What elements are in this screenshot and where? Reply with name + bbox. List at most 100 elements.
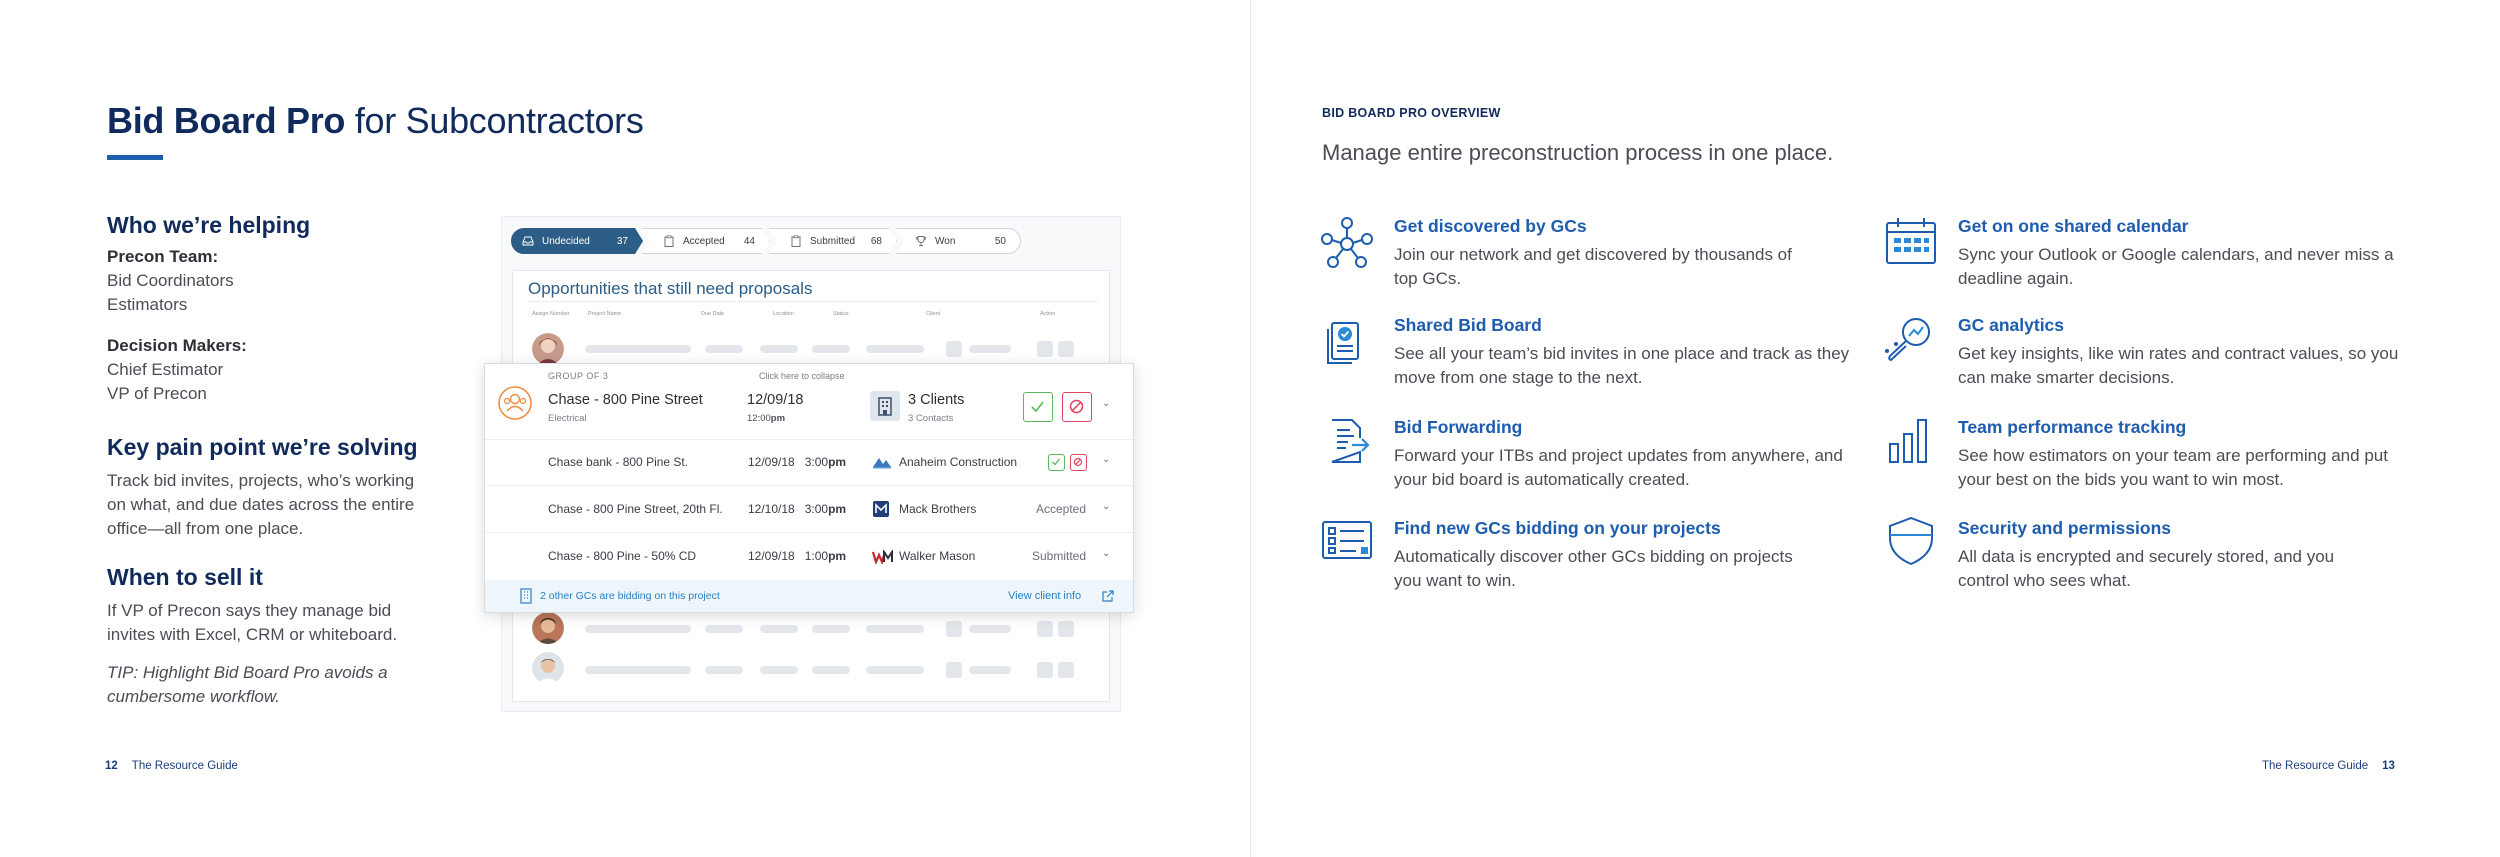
- clipboard-icon: [790, 235, 802, 247]
- other-gcs-link[interactable]: 2 other GCs are bidding on this project: [540, 590, 720, 602]
- analytics-magnifier-icon: [1884, 314, 1938, 368]
- left-footer: 12 The Resource Guide: [105, 760, 238, 772]
- tab-accepted[interactable]: Accepted 44: [642, 228, 770, 254]
- checklist-icon: [1320, 513, 1374, 567]
- skeleton-square: [1058, 621, 1074, 637]
- shield-icon: [1884, 513, 1938, 567]
- feature-title: Security and permissions: [1958, 518, 2171, 538]
- page-title: Bid Board Pro for Subcontractors: [107, 100, 644, 141]
- skeleton-bar: [585, 345, 691, 353]
- shared-documents-icon: [1320, 314, 1374, 368]
- project-group-panel: GROUP OF 3 Click here to collapse Chase …: [484, 363, 1134, 613]
- group-label: GROUP OF 3: [548, 371, 609, 381]
- collapse-link[interactable]: Click here to collapse: [759, 371, 845, 381]
- external-link-icon[interactable]: [1101, 589, 1115, 603]
- decision-item: VP of Precon: [107, 384, 207, 403]
- feature-desc: Get key insights, like win rates and con…: [1958, 344, 2399, 387]
- skeleton-bar: [812, 666, 850, 674]
- decision-item: Chief Estimator: [107, 360, 224, 379]
- status-label: Accepted: [1036, 502, 1087, 516]
- pain-text: Track bid invites, projects, who’s worki…: [107, 471, 415, 538]
- chevron-down-icon[interactable]: ⌄: [1102, 548, 1110, 559]
- skeleton-bar: [585, 625, 691, 633]
- decline-button[interactable]: [1070, 454, 1087, 471]
- client-name[interactable]: Anaheim Construction: [899, 455, 1017, 469]
- company-logo-icon: [871, 548, 894, 566]
- building-icon: [519, 588, 533, 604]
- column-header: Action: [1040, 311, 1056, 317]
- ban-icon: [1069, 399, 1084, 414]
- tab-undecided[interactable]: Undecided 37: [511, 228, 643, 254]
- pain-section: Key pain point we’re solving Track bid i…: [107, 434, 437, 541]
- skeleton-bar: [705, 625, 743, 633]
- client-name[interactable]: Mack Brothers: [899, 502, 976, 516]
- chevron-down-icon[interactable]: ⌄: [1102, 501, 1110, 512]
- table-row[interactable]: Chase - 800 Pine Street, 20th Fl. 12/10/…: [485, 486, 1133, 533]
- when-text: If VP of Precon says they manage bid inv…: [107, 601, 398, 644]
- feature-desc: All data is encrypted and securely store…: [1958, 547, 2335, 590]
- pain-heading: Key pain point we’re solving: [107, 434, 418, 460]
- forward-document-icon: [1320, 414, 1374, 468]
- precon-item: Bid Coordinators: [107, 271, 234, 290]
- clipboard-icon: [663, 235, 675, 247]
- project-name[interactable]: Chase - 800 Pine - 50% CD: [548, 549, 696, 563]
- due-date: 12/09/18 3:00pm: [748, 455, 847, 469]
- avatar: [532, 333, 564, 365]
- feature-desc: Join our network and get discovered by t…: [1394, 245, 1792, 288]
- calendar-icon: [1884, 215, 1938, 269]
- accept-button[interactable]: [1048, 454, 1065, 471]
- bar-chart-icon: [1884, 414, 1938, 468]
- footer-label: The Resource Guide: [131, 760, 238, 772]
- precon-label: Precon Team:: [107, 247, 219, 266]
- tip-text: TIP: Highlight Bid Board Pro avoids a cu…: [107, 663, 388, 706]
- due-date: 12/10/18 3:00pm: [748, 502, 847, 516]
- view-client-info-link[interactable]: View client info: [1008, 590, 1081, 602]
- company-logo-icon: [873, 501, 889, 517]
- footer-label: The Resource Guide: [2262, 760, 2369, 772]
- due-time: 12:00pm: [747, 413, 786, 424]
- skeleton-square: [1037, 662, 1053, 678]
- table-row[interactable]: Chase bank - 800 Pine St. 12/09/18 3:00p…: [485, 440, 1133, 486]
- skeleton-bar: [705, 666, 743, 674]
- feature-desc: See all your team’s bid invites in one p…: [1394, 344, 1850, 387]
- title-underline: [107, 155, 163, 160]
- skeleton-bar: [760, 345, 798, 353]
- client-name[interactable]: Walker Mason: [899, 549, 975, 563]
- feature-title: Bid Forwarding: [1394, 417, 1523, 437]
- chevron-down-icon[interactable]: ⌄: [1102, 454, 1110, 465]
- group-header-row[interactable]: GROUP OF 3 Click here to collapse Chase …: [485, 364, 1133, 440]
- decision-label: Decision Makers:: [107, 336, 247, 355]
- clients-count[interactable]: 3 Clients: [908, 392, 964, 408]
- tab-won[interactable]: Won 50: [896, 228, 1021, 254]
- project-name[interactable]: Chase - 800 Pine Street: [548, 392, 703, 408]
- network-icon: [1320, 215, 1374, 269]
- right-footer: The Resource Guide 13: [2262, 760, 2395, 772]
- table-row[interactable]: Chase - 800 Pine - 50% CD 12/09/18 1:00p…: [485, 533, 1133, 580]
- skeleton-square: [1037, 621, 1053, 637]
- column-header: Status: [833, 311, 849, 317]
- skeleton-square: [1037, 341, 1053, 357]
- tab-submitted[interactable]: Submitted 68: [769, 228, 897, 254]
- feature-title: Find new GCs bidding on your projects: [1394, 518, 1721, 538]
- divider: [528, 301, 1098, 302]
- feature-desc: Automatically discover other GCs bidding…: [1394, 547, 1793, 590]
- skeleton-bar: [866, 345, 924, 353]
- project-name[interactable]: Chase bank - 800 Pine St.: [548, 455, 688, 469]
- skeleton-bar: [866, 625, 924, 633]
- building-icon: [870, 391, 900, 421]
- feature-desc: Sync your Outlook or Google calendars, a…: [1958, 245, 2394, 288]
- feature-title: GC analytics: [1958, 315, 2065, 335]
- accept-button[interactable]: [1023, 392, 1053, 422]
- project-name[interactable]: Chase - 800 Pine Street, 20th Fl.: [548, 502, 723, 516]
- skeleton-bar: [705, 345, 743, 353]
- when-section: When to sell it If VP of Precon says the…: [107, 564, 437, 709]
- stage-tabs: Undecided 37 Accepted 44 Submitted 68 Wo…: [511, 228, 1021, 254]
- who-section: Who we’re helping Precon Team: Bid Coord…: [107, 212, 437, 406]
- section-subhead: Manage entire preconstruction process in…: [1322, 140, 1834, 165]
- decline-button[interactable]: [1062, 392, 1092, 422]
- feature-desc: Forward your ITBs and project updates fr…: [1394, 446, 1843, 489]
- inbox-icon: [522, 235, 534, 247]
- feature-title: Shared Bid Board: [1394, 315, 1542, 335]
- chevron-down-icon[interactable]: ⌄: [1102, 398, 1110, 409]
- who-heading: Who we’re helping: [107, 212, 311, 238]
